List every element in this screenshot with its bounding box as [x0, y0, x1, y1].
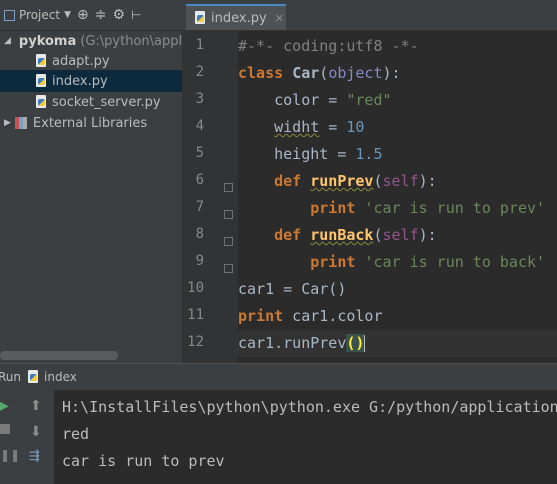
sync-icon[interactable]: ⊕ [77, 7, 89, 23]
python-file-icon [194, 11, 207, 25]
fold-marker-icon[interactable] [224, 264, 233, 273]
code-line: height = 1.5 [238, 145, 383, 163]
tree-item-label: External Libraries [32, 115, 148, 131]
dropdown-arrow-icon: ▼ [64, 10, 71, 20]
python-file-icon [35, 54, 48, 68]
project-view-selector[interactable]: Project ▼ [0, 8, 71, 22]
close-icon[interactable]: ✕ [275, 12, 284, 25]
text-caret [364, 335, 366, 352]
tab-index-py[interactable]: index.py ✕ [186, 4, 286, 30]
line-number: 2 [195, 64, 204, 80]
editor-tab-bar: index.py ✕ [182, 0, 557, 31]
gear-icon[interactable]: ⚙ [112, 7, 125, 23]
line-number: 8 [195, 226, 204, 242]
tree-item-socket-server[interactable]: socket_server.py [0, 91, 182, 113]
run-config-label[interactable]: index [44, 370, 77, 384]
expand-arrow-icon[interactable]: ▶ [4, 118, 11, 128]
hide-panel-icon[interactable]: ⊢ [131, 8, 141, 22]
soft-wrap-icon[interactable]: ⇶ [29, 449, 40, 464]
line-number: 10 [187, 280, 204, 296]
expand-arrow-icon[interactable]: ◢ [4, 36, 11, 46]
tree-item-label: index.py [52, 73, 108, 89]
line-number: 1 [195, 37, 204, 53]
tree-item-label: socket_server.py [52, 94, 161, 110]
code-line: def runBack(self): [274, 226, 437, 244]
code-line: color = "red" [238, 91, 392, 109]
horizontal-scrollbar[interactable] [0, 351, 118, 360]
tree-item-label: adapt.py [52, 53, 110, 69]
console-line: car is run to prev [62, 452, 225, 470]
pause-icon[interactable]: ❚❚ [0, 448, 20, 462]
tree-item-index[interactable]: index.py [0, 70, 182, 92]
code-line: print car1.color [238, 307, 383, 325]
tree-item-label: pykoma [18, 33, 77, 49]
code-line: #-*- coding:utf8 -*- [238, 37, 419, 55]
fold-marker-icon[interactable] [224, 183, 233, 192]
python-file-icon [35, 74, 48, 88]
arrow-down-icon[interactable]: ⬇ [30, 424, 42, 440]
collapse-icon[interactable]: ≑ [95, 7, 107, 23]
tree-item-path: (G:\python\applic [80, 33, 182, 49]
line-number: 9 [195, 253, 204, 269]
console-line: H:\InstallFiles\python\python.exe G:/pyt… [62, 398, 557, 416]
project-icon [4, 9, 15, 21]
line-number: 7 [195, 199, 204, 215]
project-toolbar: Project ▼ ⊕ ≑ ⚙ ⊢ [0, 0, 182, 31]
python-file-icon [35, 95, 48, 109]
line-number-gutter: 1 2 3 4 5 6 7 8 9 10 11 12 [182, 31, 238, 363]
run-panel-header: Run index [0, 363, 557, 390]
project-view-label: Project [19, 8, 61, 22]
tab-label: index.py [211, 10, 267, 26]
tree-item-pykoma[interactable]: ◢ pykoma (G:\python\applic [0, 30, 182, 52]
fold-marker-icon[interactable] [224, 237, 233, 246]
code-editor[interactable]: #-*- coding:utf8 -*- class Car(object): … [238, 31, 557, 363]
console-output[interactable]: H:\InstallFiles\python\python.exe G:/pyt… [55, 390, 557, 484]
rerun-icon[interactable]: ▶ [0, 398, 9, 414]
python-file-icon [27, 370, 40, 384]
code-line: def runPrev(self): [274, 172, 437, 190]
fold-marker-icon[interactable] [224, 210, 233, 219]
line-number: 3 [195, 91, 204, 107]
code-line: print 'car is run to back' [310, 253, 546, 271]
code-line: class Car(object): [238, 64, 401, 82]
code-line-current: car1.runPrev() [238, 330, 557, 357]
line-number: 11 [187, 307, 204, 323]
run-controls: ▶ ❚❚ [0, 390, 20, 484]
run-panel-title: Run [0, 370, 22, 384]
library-icon [14, 117, 27, 129]
line-number: 5 [195, 145, 204, 161]
tree-item-external-libraries[interactable]: ▶ External Libraries [0, 112, 182, 134]
line-number: 12 [187, 334, 204, 350]
arrow-up-icon[interactable]: ⬆ [30, 398, 42, 414]
code-line: print 'car is run to prev' [310, 199, 546, 217]
line-number: 6 [195, 172, 204, 188]
console-line: red [62, 425, 90, 443]
code-line: car1 = Car() [238, 280, 347, 298]
run-tool-strip: ⬆ ⬇ ⇶ [20, 390, 55, 484]
stop-icon[interactable] [0, 424, 10, 434]
code-line: widht = 10 [274, 118, 365, 136]
line-number: 4 [195, 118, 204, 134]
tree-item-adapt[interactable]: adapt.py [0, 50, 182, 72]
